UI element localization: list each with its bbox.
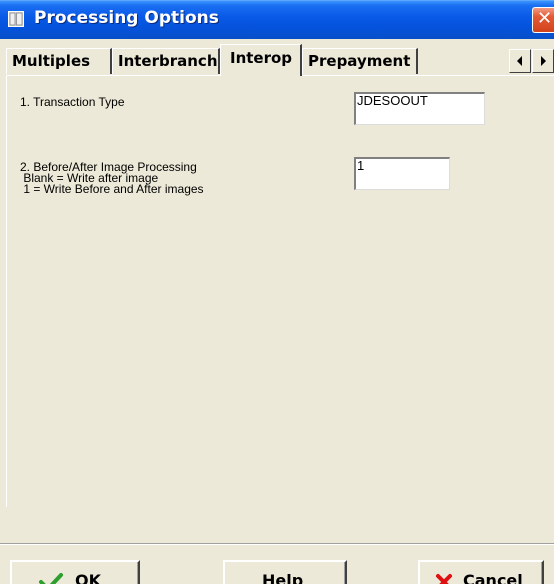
- cancel-button[interactable]: Cancel: [418, 560, 544, 584]
- x-icon: [436, 574, 452, 584]
- window-icon: [8, 11, 24, 27]
- tab-strip: Multiples Interbranch Interop Prepayment: [0, 39, 554, 76]
- tab-scroll-left-button[interactable]: [509, 49, 531, 73]
- tab-scroll-buttons: [509, 49, 554, 73]
- before-after-image-label: 2. Before/After Image Processing Blank =…: [20, 160, 204, 196]
- ok-button[interactable]: OK: [10, 560, 140, 584]
- close-icon: ✕: [537, 8, 553, 29]
- processing-options-window: Processing Options ✕ Multiples Interbran…: [0, 0, 554, 584]
- tab-label: Multiples: [12, 52, 91, 70]
- tab-label: Interbranch: [118, 52, 218, 70]
- help-button[interactable]: Help: [223, 560, 347, 584]
- transaction-type-label: 1. Transaction Type: [20, 95, 125, 109]
- tab-prepayment[interactable]: Prepayment: [302, 48, 418, 74]
- help-label: Help: [262, 571, 304, 584]
- check-icon: [39, 573, 63, 584]
- cancel-label: Cancel: [463, 571, 523, 584]
- tab-interbranch[interactable]: Interbranch: [112, 48, 220, 74]
- close-button[interactable]: ✕: [532, 7, 554, 33]
- arrow-right-icon: [541, 56, 546, 66]
- before-after-image-value: 1: [357, 158, 365, 173]
- button-bar-divider: [0, 543, 554, 545]
- window-title: Processing Options: [34, 8, 219, 28]
- tab-label: Interop: [230, 49, 293, 67]
- tab-multiples[interactable]: Multiples: [6, 48, 112, 74]
- before-after-image-input[interactable]: 1: [354, 157, 450, 190]
- ok-label: OK: [75, 571, 102, 584]
- transaction-type-value: JDESOOUT: [357, 93, 428, 108]
- tab-label: Prepayment: [308, 52, 411, 70]
- tab-scroll-right-button[interactable]: [532, 49, 554, 73]
- tab-interop[interactable]: Interop: [220, 44, 302, 76]
- title-bar[interactable]: Processing Options ✕: [0, 0, 554, 39]
- transaction-type-input[interactable]: JDESOOUT: [354, 92, 485, 125]
- arrow-left-icon: [517, 56, 522, 66]
- interop-tab-panel: 1. Transaction Type JDESOOUT 2. Before/A…: [6, 75, 554, 507]
